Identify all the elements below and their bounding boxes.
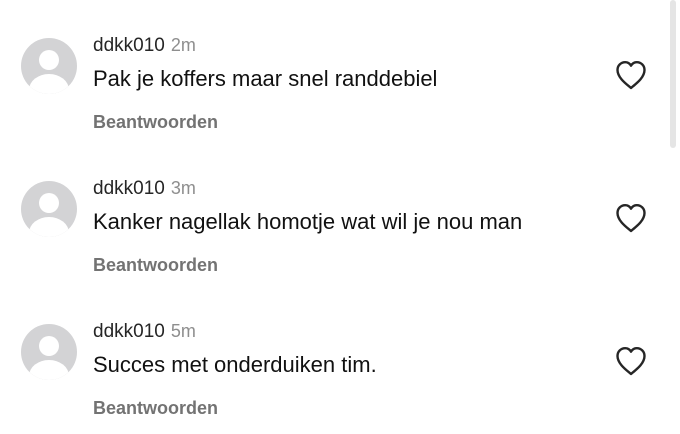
heart-outline-icon xyxy=(616,204,646,233)
like-button[interactable] xyxy=(614,345,648,377)
heart-outline-icon xyxy=(616,347,646,376)
username-link[interactable]: ddkk010 xyxy=(93,178,165,199)
username-link[interactable]: ddkk010 xyxy=(93,35,165,56)
comment-timestamp: 5m xyxy=(170,321,196,341)
comment-timestamp: 2m xyxy=(170,35,196,55)
reply-button[interactable]: Beantwoorden xyxy=(93,396,218,420)
avatar[interactable] xyxy=(21,181,77,237)
comment-item: ddkk010 5m Succes met onderduiken tim. Be… xyxy=(0,321,660,434)
comment-meta: ddkk010 2m xyxy=(93,33,196,59)
comment-meta: ddkk010 5m xyxy=(93,319,196,345)
reply-button[interactable]: Beantwoorden xyxy=(93,253,218,277)
scrollbar[interactable] xyxy=(670,0,676,148)
heart-outline-icon xyxy=(616,61,646,90)
comment-timestamp: 3m xyxy=(170,178,196,198)
comment-item: ddkk010 2m Pak je koffers maar snel randd… xyxy=(0,35,660,158)
avatar[interactable] xyxy=(21,38,77,94)
comment-text: Succes met onderduiken tim. xyxy=(93,352,377,377)
like-button[interactable] xyxy=(614,202,648,234)
default-avatar-icon xyxy=(29,193,69,237)
comment-text: Kanker nagellak homotje wat wil je nou m… xyxy=(93,209,523,234)
comments-list: ddkk010 2m Pak je koffers maar snel randd… xyxy=(0,0,680,434)
reply-button[interactable]: Beantwoorden xyxy=(93,110,218,134)
avatar[interactable] xyxy=(21,324,77,380)
default-avatar-icon xyxy=(29,336,69,380)
comment-text: Pak je koffers maar snel randdebiel xyxy=(93,66,438,91)
default-avatar-icon xyxy=(29,50,69,94)
comment-item: ddkk010 3m Kanker nagellak homotje wat wi… xyxy=(0,178,660,301)
like-button[interactable] xyxy=(614,59,648,91)
username-link[interactable]: ddkk010 xyxy=(93,321,165,342)
comment-meta: ddkk010 3m xyxy=(93,176,196,202)
